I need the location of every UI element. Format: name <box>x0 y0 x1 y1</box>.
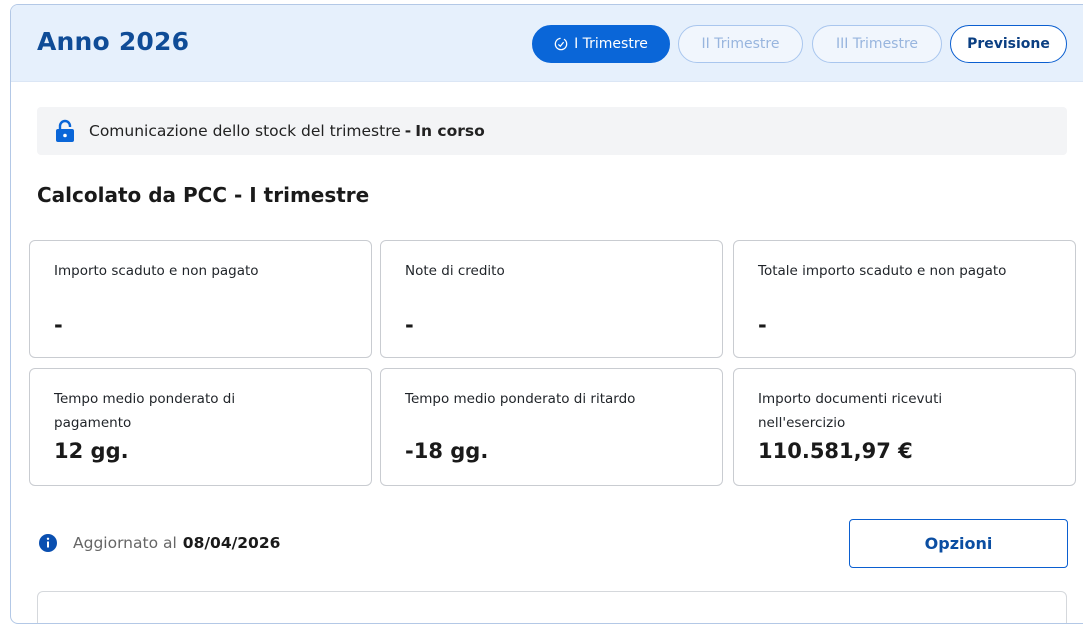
card-label: Tempo medio ponderato di pagamento <box>54 391 236 431</box>
tab-second-quarter[interactable]: II Trimestre <box>678 25 803 63</box>
status-text: Comunicazione dello stock del trimestre <box>89 122 401 140</box>
bottom-panel <box>37 591 1067 623</box>
section-title: Calcolato da PCC - I trimestre <box>37 183 370 207</box>
status-bar: Comunicazione dello stock del trimestre … <box>37 107 1067 155</box>
card-overdue-unpaid: Importo scaduto e non pagato - <box>29 240 372 358</box>
updated-label: Aggiornato al <box>73 534 177 552</box>
tab-third-quarter[interactable]: III Trimestre <box>812 25 942 63</box>
card-label: Importo documenti ricevuti nell'esercizi… <box>758 391 943 431</box>
card-label: Totale importo scaduto e non pagato <box>758 263 1007 279</box>
tab-label: Previsione <box>967 36 1050 52</box>
status-separator: - <box>404 122 412 140</box>
lock-icon <box>56 119 74 142</box>
year-title: Anno 2026 <box>37 27 190 56</box>
tab-label: III Trimestre <box>835 36 919 52</box>
card-value: -18 gg. <box>405 439 489 463</box>
check-circle-icon <box>554 37 568 51</box>
card-credit-notes: Note di credito - <box>380 240 723 358</box>
card-value: - <box>405 313 414 337</box>
options-button[interactable]: Opzioni <box>849 519 1068 568</box>
card-value: - <box>758 313 767 337</box>
card-avg-delay-time: Tempo medio ponderato di ritardo -18 gg. <box>380 368 723 486</box>
last-updated: Aggiornato al 08/04/2026 <box>39 534 280 552</box>
page-header: Anno 2026 I Trimestre II Trimestre III T… <box>11 5 1083 82</box>
card-documents-received: Importo documenti ricevuti nell'esercizi… <box>733 368 1076 486</box>
card-label: Importo scaduto e non pagato <box>54 263 259 279</box>
updated-date: 08/04/2026 <box>182 534 281 552</box>
card-avg-payment-time: Tempo medio ponderato di pagamento 12 gg… <box>29 368 372 486</box>
tab-label: I Trimestre <box>574 36 648 52</box>
tab-forecast[interactable]: Previsione <box>950 25 1067 63</box>
status-state: In corso <box>415 122 485 140</box>
tab-label: II Trimestre <box>701 36 780 52</box>
page-frame: Anno 2026 I Trimestre II Trimestre III T… <box>10 4 1083 624</box>
card-value: 12 gg. <box>54 439 129 463</box>
card-total-overdue-unpaid: Totale importo scaduto e non pagato - <box>733 240 1076 358</box>
card-value: - <box>54 313 63 337</box>
card-label: Note di credito <box>405 263 505 279</box>
card-value: 110.581,97 € <box>758 439 913 463</box>
card-label: Tempo medio ponderato di ritardo <box>405 391 636 407</box>
info-circle-icon <box>39 534 57 552</box>
tab-first-quarter[interactable]: I Trimestre <box>532 25 670 63</box>
